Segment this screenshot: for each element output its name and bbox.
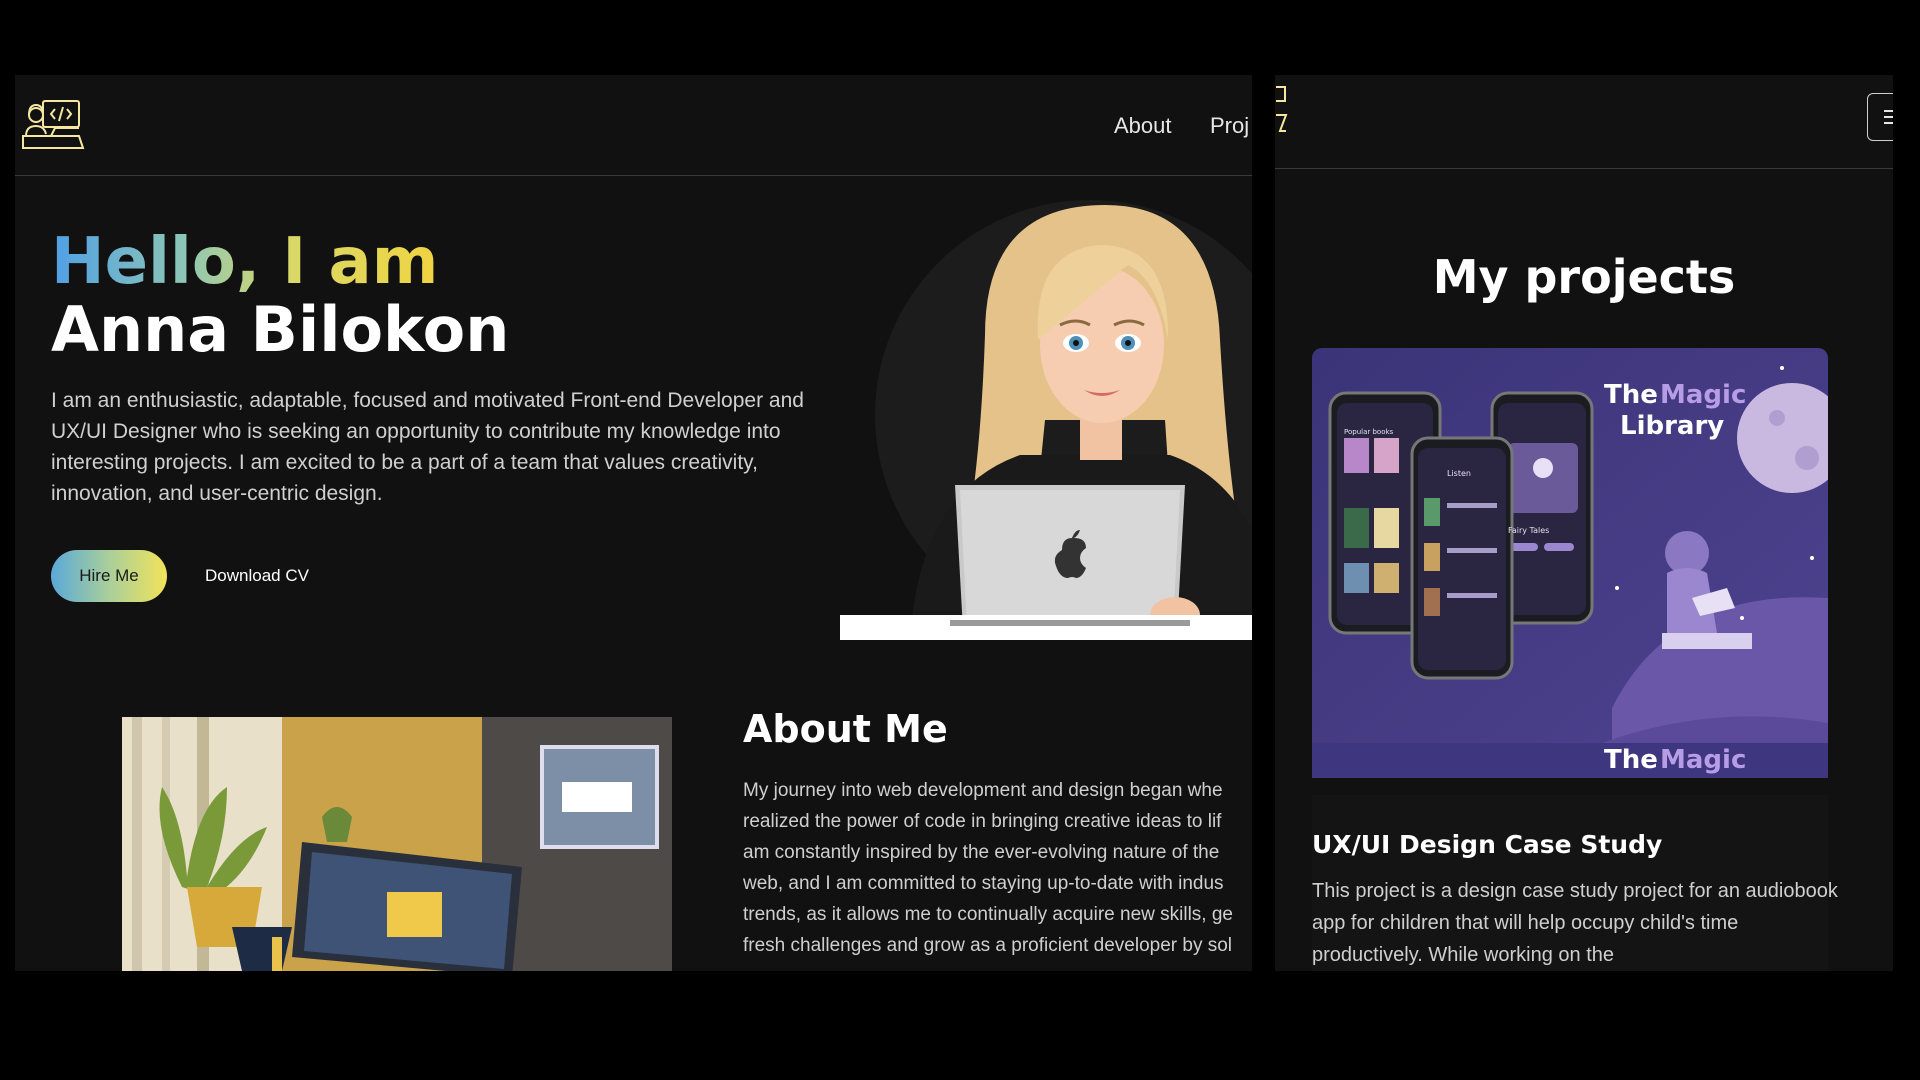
nav-divider xyxy=(1275,168,1893,169)
card-repeat-the: The xyxy=(1604,745,1658,775)
avatar-illustration xyxy=(840,195,1252,640)
project-card-description: This project is a design case study proj… xyxy=(1312,880,1838,966)
hamburger-icon xyxy=(1884,110,1893,124)
about-title: About Me xyxy=(743,707,948,751)
about-line: am constantly inspired by the ever-evolv… xyxy=(743,842,1220,863)
phone-label-fairy: Fairy Tales xyxy=(1508,526,1549,535)
top-nav: About Proj xyxy=(15,75,1252,176)
project-card-title[interactable]: UX/UI Design Case Study xyxy=(1312,830,1662,859)
phone-label-popular: Popular books xyxy=(1344,428,1394,436)
about-line: trends, as it allows me to continually a… xyxy=(743,904,1234,925)
hero-greeting: Hello, I am xyxy=(51,225,439,299)
card-title-magic: Magic xyxy=(1660,380,1746,410)
hamburger-menu-button[interactable] xyxy=(1867,93,1893,141)
nav-link-about[interactable]: About xyxy=(1114,113,1172,139)
right-browser-panel: My projects The Magic Library The Magic … xyxy=(1275,75,1893,971)
card-title-the: The xyxy=(1604,380,1658,410)
about-line: fresh challenges and grow as a proficien… xyxy=(743,935,1233,956)
card-repeat-magic: Magic xyxy=(1660,745,1746,775)
about-line: My journey into web development and desi… xyxy=(743,780,1223,801)
card-title-library: Library xyxy=(1620,411,1724,441)
nav-link-projects[interactable]: Proj xyxy=(1210,113,1249,139)
left-browser-panel: About Proj Hello, I am Anna Bilokon I am… xyxy=(15,75,1252,971)
hero-name: Anna Bilokon xyxy=(51,293,510,366)
project-card-image[interactable]: The Magic Library The Magic Popular book… xyxy=(1312,348,1828,778)
download-cv-button[interactable]: Download CV xyxy=(195,550,319,602)
hire-me-button[interactable]: Hire Me xyxy=(51,550,167,602)
phone-label-listen: Listen xyxy=(1447,469,1471,478)
about-line: web, and I am committed to staying up-to… xyxy=(743,873,1224,894)
about-text: My journey into web development and desi… xyxy=(743,775,1252,961)
logo-fragment-icon[interactable] xyxy=(1275,85,1289,135)
hero-description: I am an enthusiastic, adaptable, focused… xyxy=(51,389,804,505)
about-workspace-illustration xyxy=(122,717,672,971)
about-line: realized the power of code in bringing c… xyxy=(743,811,1222,832)
projects-title: My projects xyxy=(1432,250,1736,304)
developer-logo-icon[interactable] xyxy=(21,98,85,152)
